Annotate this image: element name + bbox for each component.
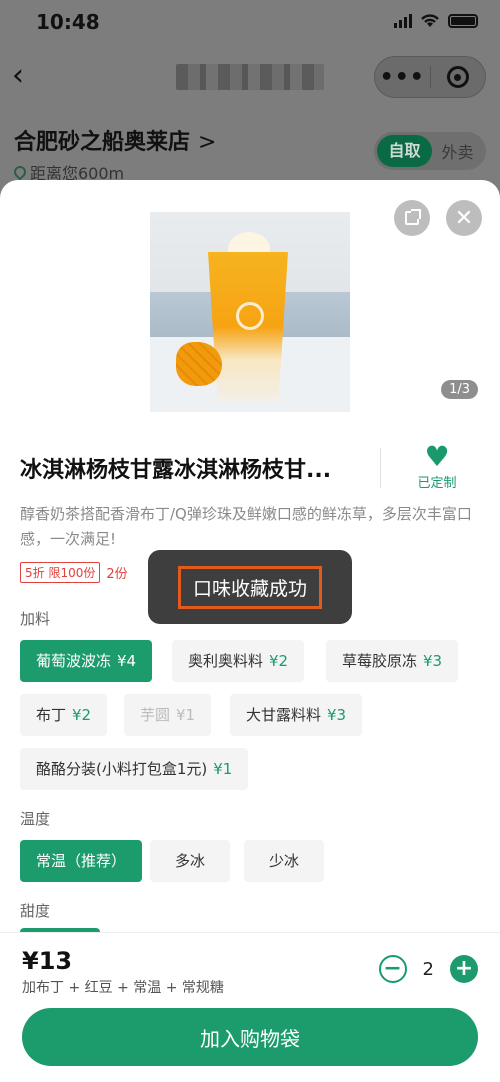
topping-name: 芋圆 <box>140 706 171 724</box>
topping-option[interactable]: 葡萄波波冻 ¥4 <box>20 640 153 682</box>
toast-text: 口味收藏成功 <box>177 565 322 609</box>
product-sheet: ✕ 1/3 冰淇淋杨枝甘露冰淇淋杨枝甘... ♥ 已定制 醇香奶茶搭配香滑布丁/… <box>0 180 500 1082</box>
topping-option[interactable]: 酪酪分装(小料打包盒1元) ¥1 <box>20 748 249 790</box>
back-icon[interactable]: ‹ <box>12 58 42 94</box>
topping-price: ¥2 <box>72 706 92 724</box>
product-image[interactable] <box>150 212 350 412</box>
promo-tags: 5折 限100份 2份 <box>20 562 128 583</box>
topping-name: 大甘露料料 <box>246 706 322 724</box>
share-button[interactable] <box>394 200 430 236</box>
chevron-right-icon: > <box>198 130 217 155</box>
topping-price: ¥3 <box>327 706 347 724</box>
product-title: 冰淇淋杨枝甘露冰淇淋杨枝甘... <box>20 458 332 483</box>
sweetness-label: 甜度 <box>20 902 51 920</box>
delivery-mode-toggle: 自取 外卖 <box>374 132 486 170</box>
image-pager: 1/3 <box>441 380 478 399</box>
topping-price: ¥1 <box>176 706 196 724</box>
topping-option[interactable]: 草莓胶原冻 ¥3 <box>326 640 459 682</box>
close-icon: ✕ <box>454 205 474 231</box>
mini-program-capsule: ••• <box>374 56 486 98</box>
title-divider <box>380 448 381 488</box>
topping-option[interactable]: 布丁 ¥2 <box>20 694 108 736</box>
promo-tag-2: 2份 <box>106 567 128 582</box>
nav-bar: ‹ ••• <box>0 50 500 102</box>
close-mini-program-icon[interactable] <box>430 66 485 88</box>
store-name[interactable]: 合肥砂之船奥莱店 > <box>14 124 216 156</box>
topping-price: ¥3 <box>423 652 443 670</box>
topping-price: ¥2 <box>269 652 289 670</box>
topping-name: 奥利奥料料 <box>188 652 264 670</box>
topping-option[interactable]: 大甘露料料 ¥3 <box>230 694 363 736</box>
topping-name: 酪酪分装(小料打包盒1元) <box>36 760 208 778</box>
topping-name: 布丁 <box>36 706 67 724</box>
mango-slice <box>176 342 222 386</box>
favorite-button[interactable]: ♥ 已定制 <box>402 440 472 492</box>
total-price: ¥13 <box>22 947 73 975</box>
minus-button[interactable]: − <box>378 955 407 983</box>
plus-button[interactable]: + <box>450 955 478 983</box>
battery-icon <box>448 13 478 28</box>
store-name-text: 合肥砂之船奥莱店 <box>14 130 191 155</box>
promo-tag: 5折 限100份 <box>20 562 101 583</box>
status-time: 10:48 <box>36 10 100 34</box>
add-to-cart-button[interactable]: 加入购物袋 <box>22 1008 478 1066</box>
wifi-icon <box>421 14 439 27</box>
topping-name: 葡萄波波冻 <box>36 652 112 670</box>
topping-price: ¥4 <box>117 652 137 670</box>
topping-option-disabled: 芋圆 ¥1 <box>124 694 212 736</box>
more-icon[interactable]: ••• <box>375 65 430 90</box>
favorite-label: 已定制 <box>417 476 457 491</box>
cup-logo <box>236 302 264 330</box>
mode-delivery[interactable]: 外卖 <box>432 139 483 163</box>
mode-pickup[interactable]: 自取 <box>377 135 432 167</box>
toppings-label: 加料 <box>20 610 51 628</box>
close-button[interactable]: ✕ <box>446 200 482 236</box>
toast: 口味收藏成功 <box>148 550 352 624</box>
product-description: 醇香奶茶搭配香滑布丁/Q弹珍珠及鲜嫩口感的鲜冻草，多层次丰富口感，一次满足! <box>20 505 472 548</box>
status-bar: 10:48 <box>0 0 500 44</box>
quantity-value: 2 <box>422 958 434 980</box>
temperature-option[interactable]: 少冰 <box>244 840 324 882</box>
signal-icon <box>394 13 412 28</box>
share-icon <box>405 209 421 225</box>
temperature-option[interactable]: 多冰 <box>150 840 230 882</box>
topping-option[interactable]: 奥利奥料料 ¥2 <box>172 640 305 682</box>
selection-summary: 加布丁 + 红豆 + 常温 + 常规糖 <box>22 980 224 996</box>
temperature-label: 温度 <box>20 810 51 828</box>
status-icons <box>394 13 478 28</box>
location-pin-icon <box>11 163 29 181</box>
topping-name: 草莓胶原冻 <box>342 652 418 670</box>
quantity-stepper: − 2 + <box>378 955 478 983</box>
temperature-option[interactable]: 常温（推荐） <box>20 840 143 882</box>
blurred-title <box>176 64 324 90</box>
cart-bar: ¥13 加布丁 + 红豆 + 常温 + 常规糖 − 2 + 加入购物袋 <box>0 932 500 1082</box>
heart-icon: ♥ <box>424 440 450 473</box>
topping-price: ¥1 <box>213 760 233 778</box>
